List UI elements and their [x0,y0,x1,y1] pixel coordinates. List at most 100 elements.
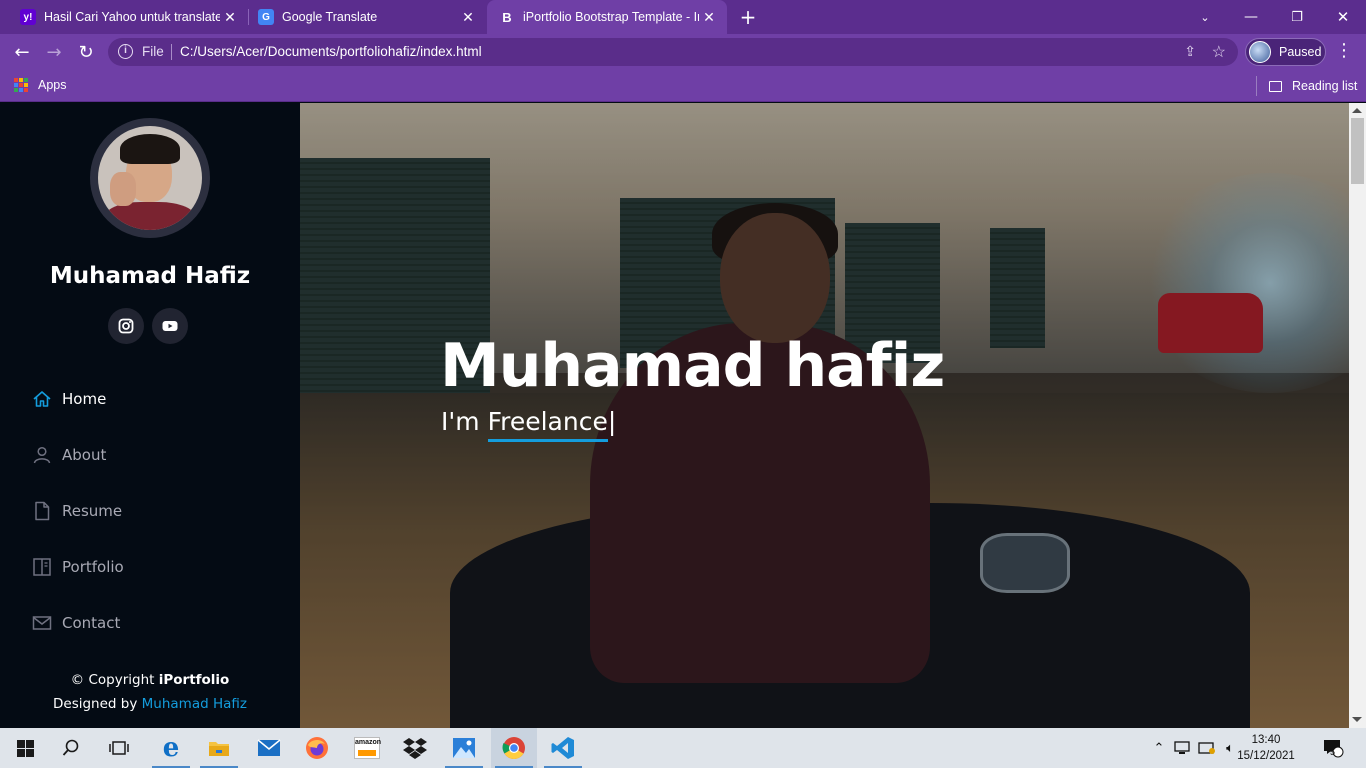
profile-photo [98,126,202,230]
clock-date: 15/12/2021 [1237,750,1295,762]
new-tab-button[interactable]: + [736,5,760,29]
hero-subtitle: I'm Freelance| [441,407,617,442]
photos-icon[interactable] [441,728,487,768]
share-icon[interactable]: ⇪ [1184,43,1196,60]
close-tab-icon[interactable]: ✕ [220,9,240,26]
credits-line: Designed by Muhamad Hafiz [0,692,300,716]
youtube-link[interactable] [152,308,188,344]
menu-kebab-icon[interactable]: ⋮ [1334,40,1354,61]
brand-name: iPortfolio [158,672,230,688]
task-view-icon[interactable] [96,728,142,768]
bookmark-star-icon[interactable]: ☆ [1212,42,1226,62]
amazon-icon[interactable]: amazon [344,728,390,768]
book-icon [32,557,52,577]
typed-cursor: | [607,407,617,436]
profile-status: Paused [1279,45,1322,59]
google-translate-icon: G [258,9,274,25]
edge-icon[interactable]: e [148,728,194,768]
person-icon [32,445,52,465]
hero-section: Muhamad hafiz I'm Freelance| [300,103,1349,728]
tab-strip: y! Hasil Cari Yahoo untuk translate ✕ G … [0,0,1366,34]
nav-portfolio[interactable]: Portfolio [32,555,124,579]
network-icon[interactable] [1172,728,1194,768]
vscode-icon[interactable] [540,728,586,768]
nav-contact[interactable]: Contact [32,611,120,635]
reload-icon[interactable]: ↻ [74,40,98,64]
profile-name: Muhamad Hafiz [49,263,251,289]
page-scrollbar[interactable] [1349,103,1366,728]
tab-title: Google Translate [282,10,378,24]
file-icon [32,501,52,521]
envelope-icon [32,613,52,633]
reading-list-icon [1269,80,1282,92]
mail-icon[interactable] [246,728,292,768]
instagram-link[interactable] [108,308,144,344]
back-arrow-icon[interactable]: ← [10,40,34,64]
nav-about[interactable]: About [32,443,106,467]
profile-button[interactable]: Paused [1245,38,1326,66]
start-icon[interactable] [2,728,48,768]
search-icon[interactable] [48,728,94,768]
youtube-icon [162,321,178,331]
tab-iportfolio[interactable]: B iPortfolio Bootstrap Template - Ir ✕ [487,0,727,34]
bootstrap-icon: B [502,9,512,25]
yahoo-icon: y! [20,9,36,25]
nav-label: Resume [62,502,123,520]
notification-center-icon[interactable]: 5 [1318,728,1348,768]
system-clock[interactable]: 13:40 15/12/2021 [1234,732,1298,764]
dropbox-icon[interactable] [392,728,438,768]
bookmarks-bar: Apps Reading list [0,70,1366,102]
nav-label: Home [62,390,107,408]
scroll-up-icon[interactable] [1352,108,1362,113]
firefox-icon[interactable] [294,728,340,768]
info-icon[interactable]: i [118,44,133,59]
subtitle-prefix: I'm [441,407,480,436]
chrome-icon[interactable] [491,728,537,768]
restore-icon[interactable]: ❐ [1274,0,1320,34]
minimize-icon[interactable]: — [1228,0,1274,34]
tab-title: Hasil Cari Yahoo untuk translate [44,10,220,24]
divider [171,44,172,60]
apps-label: Apps [38,78,67,92]
reading-list-button[interactable]: Reading list [1256,76,1357,96]
close-window-icon[interactable]: ✕ [1320,0,1366,34]
tab-search-icon[interactable]: ⌄ [1182,0,1228,34]
notification-count: 5 [1330,747,1336,757]
profile-photo-frame [90,118,210,238]
scroll-down-icon[interactable] [1352,717,1362,722]
designed-prefix: Designed by [53,696,138,712]
file-explorer-icon[interactable] [196,728,242,768]
nav-resume[interactable]: Resume [32,499,122,523]
avatar [1249,41,1271,63]
copyright-prefix: © Copyright [70,672,155,688]
close-tab-icon[interactable]: ✕ [458,9,478,26]
show-hidden-icons[interactable]: ⌃ [1150,728,1168,768]
windows-taskbar: e amazon ⌃ 🔈︎ 13:40 15/12/2021 5 [0,728,1366,768]
nav-label: About [62,446,107,464]
browser-toolbar: ← → ↻ i File C:/Users/Acer/Documents/por… [0,34,1366,70]
apps-button[interactable]: Apps [14,78,67,92]
tab-google-translate[interactable]: G Google Translate ✕ [246,0,486,34]
tab-title: iPortfolio Bootstrap Template - Ir [523,10,699,24]
scroll-thumb[interactable] [1351,118,1364,184]
forward-arrow-icon[interactable]: → [42,40,66,64]
url-text[interactable]: C:/Users/Acer/Documents/portfoliohafiz/i… [180,44,482,59]
address-bar[interactable]: i File C:/Users/Acer/Documents/portfolio… [108,38,1238,66]
scheme-label: File [142,44,164,59]
copyright-line: © Copyright iPortfolio [0,668,300,692]
reading-list-label: Reading list [1292,79,1358,93]
sidebar-footer: © Copyright iPortfolio Designed by Muham… [0,668,300,716]
nav-label: Contact [62,614,121,632]
clock-time: 13:40 [1251,734,1281,746]
apps-grid-icon [14,78,28,92]
sidebar: Muhamad Hafiz Home About Resume Portfoli… [0,103,300,728]
battery-icon[interactable] [1196,728,1218,768]
tab-yahoo[interactable]: y! Hasil Cari Yahoo untuk translate ✕ [8,0,248,34]
nav-home[interactable]: Home [32,387,106,411]
typed-text: Freelance [487,407,608,442]
designer-link[interactable]: Muhamad Hafiz [142,696,247,712]
hero-title: Muhamad hafiz [440,331,945,401]
home-icon [32,389,52,409]
close-tab-icon[interactable]: ✕ [699,9,719,26]
instagram-icon [118,318,134,334]
